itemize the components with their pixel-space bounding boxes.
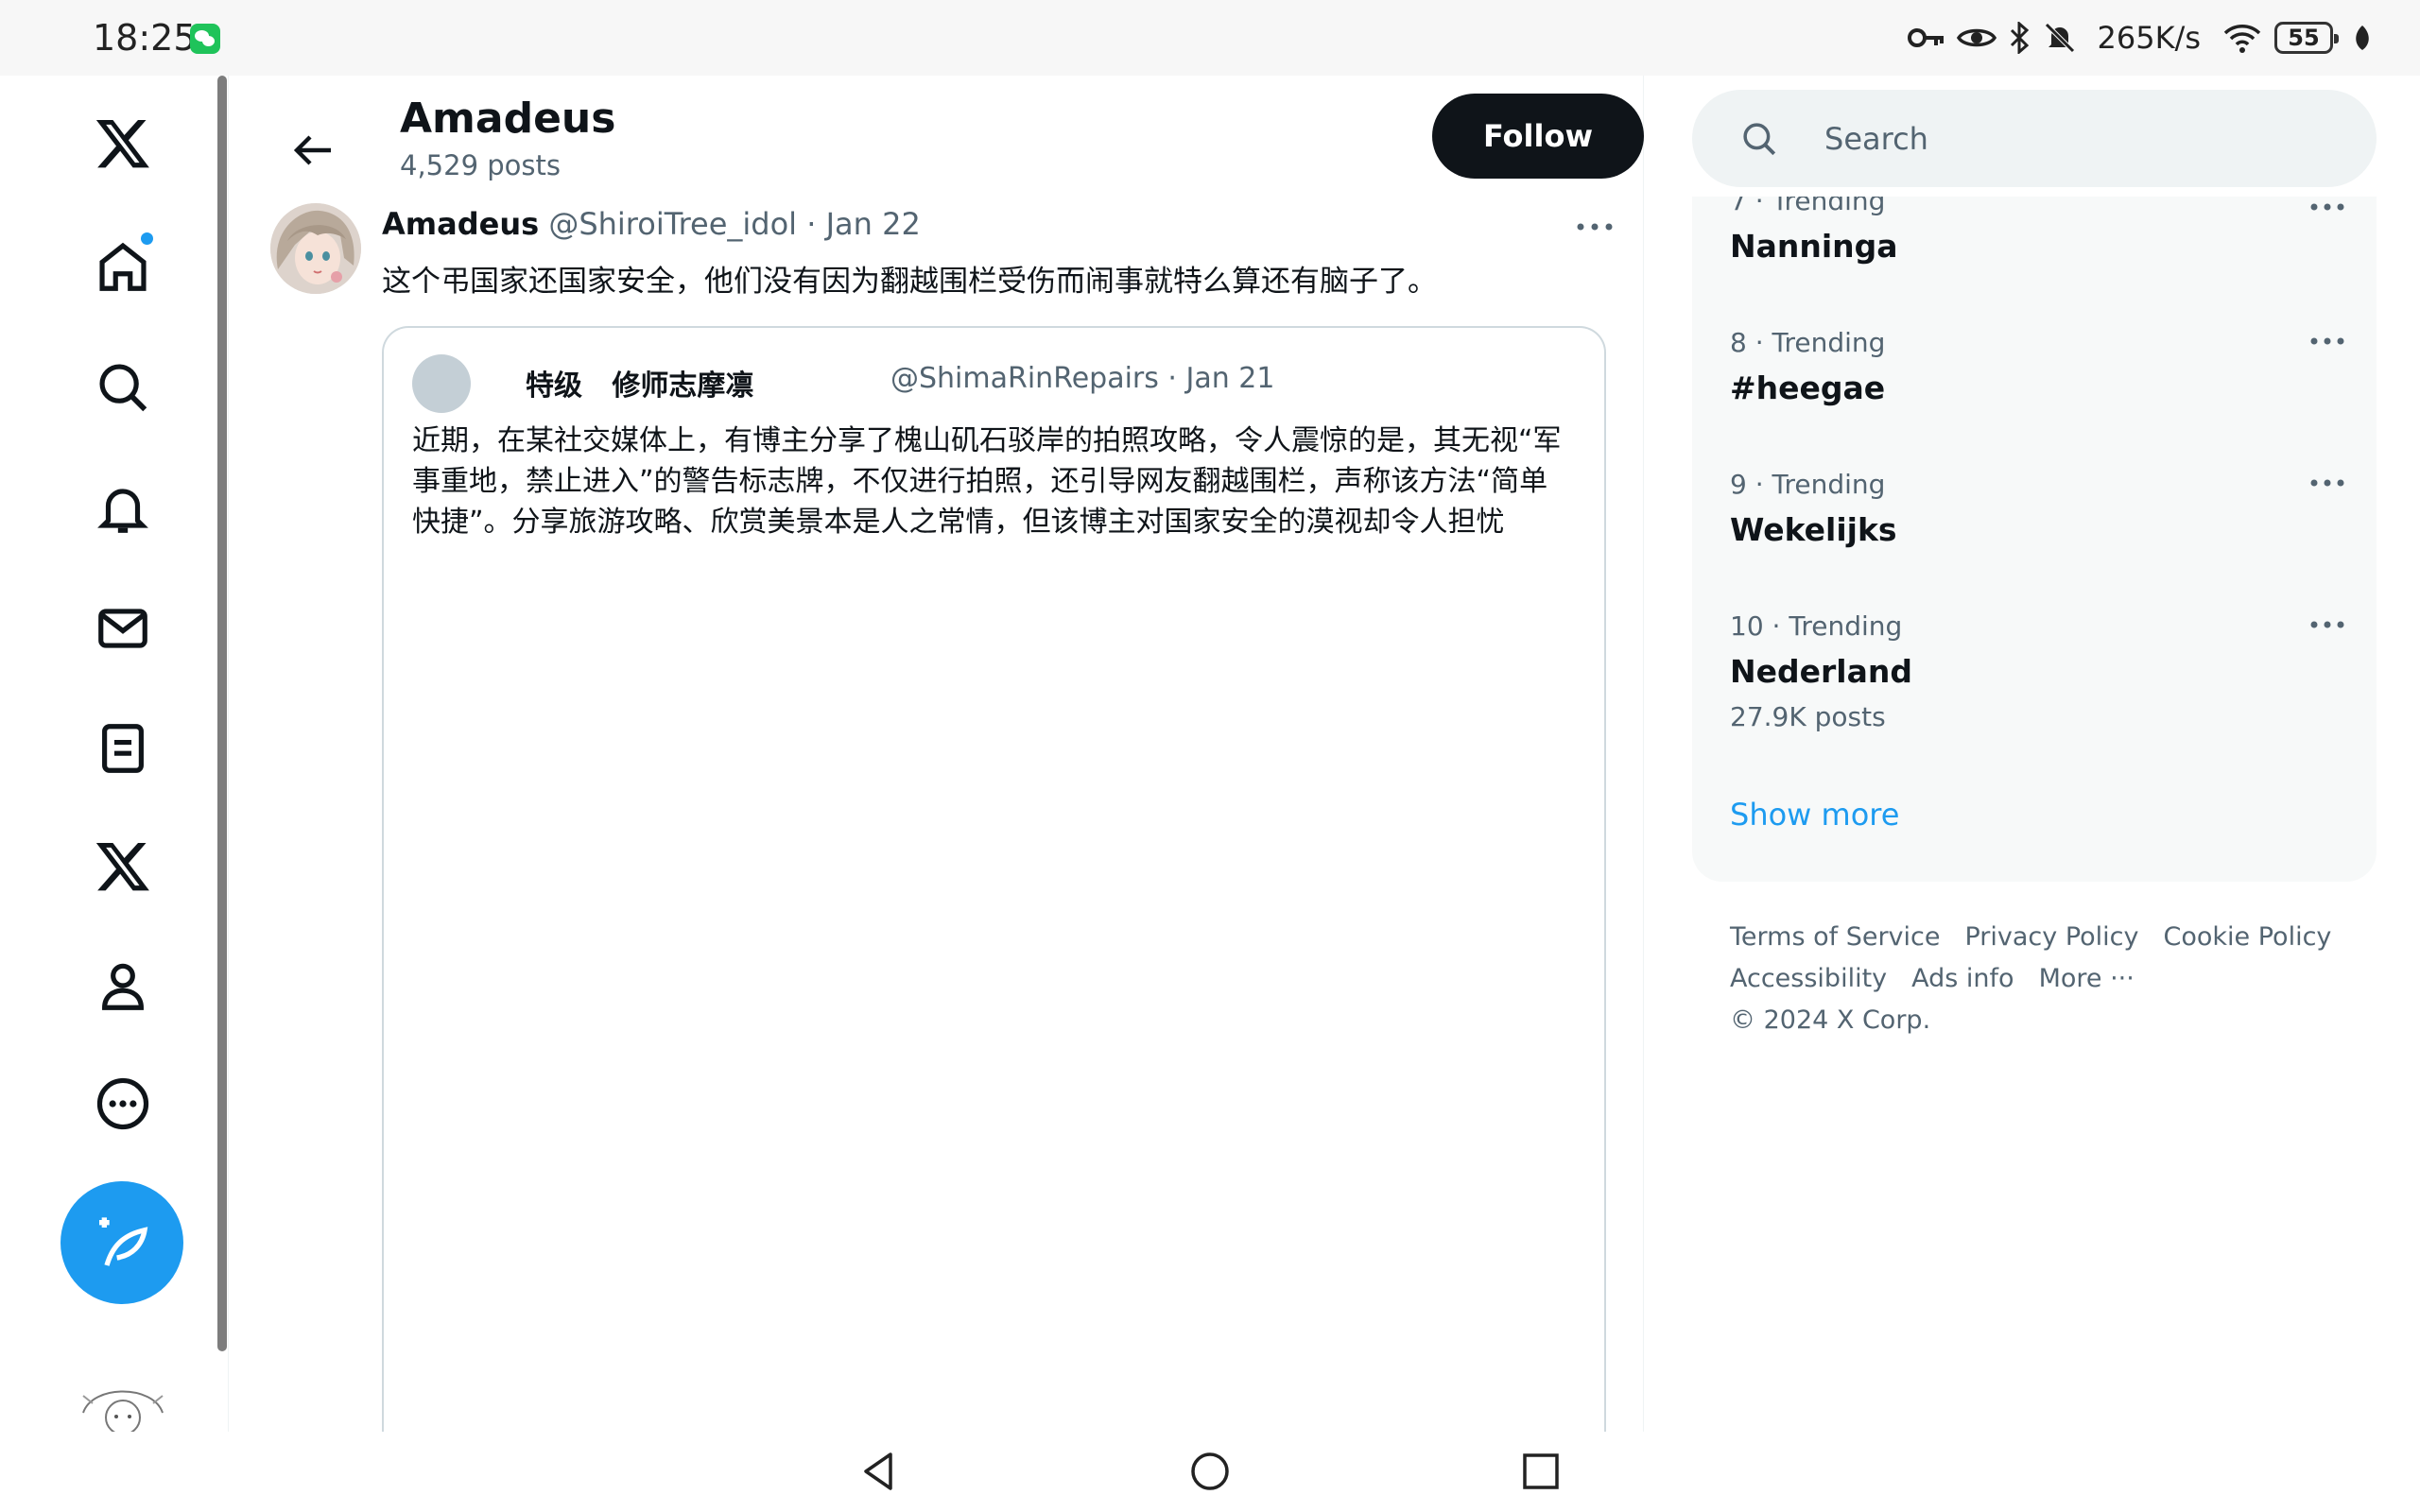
search-icon[interactable] (85, 350, 161, 425)
wifi-icon (2223, 25, 2261, 53)
tweet-header: Amadeus @ShiroiTree_idol · Jan 22 (382, 206, 921, 242)
trend-item[interactable]: 10 · Trending Nederland 27.9K posts (1730, 610, 2354, 732)
status-time: 18:25 (93, 17, 197, 59)
leaf-icon (2356, 26, 2369, 50)
quote-date[interactable]: Jan 21 (1186, 362, 1275, 395)
accessibility-link[interactable]: Accessibility (1730, 964, 1887, 993)
tweet-author-avatar[interactable] (270, 203, 361, 294)
footer-more-link[interactable]: More ··· (2039, 964, 2135, 993)
eye-icon (1957, 28, 1997, 47)
cookie-link[interactable]: Cookie Policy (2164, 922, 2332, 952)
trend-more-icon[interactable] (2301, 197, 2354, 221)
messages-icon[interactable] (85, 591, 161, 666)
quote-author-handle[interactable]: @ShimaRinRepairs (890, 362, 1159, 395)
search-icon (1743, 123, 1776, 156)
arrow-left-icon (293, 135, 331, 165)
back-button[interactable] (271, 108, 356, 193)
home-circle-icon[interactable] (1182, 1443, 1238, 1500)
key-icon (1908, 28, 1945, 47)
terms-link[interactable]: Terms of Service (1730, 922, 1941, 952)
quote-author-name[interactable]: 特级 修师志摩凛 (526, 362, 753, 404)
lists-icon[interactable] (85, 711, 161, 786)
wechat-icon (190, 24, 220, 54)
quote-author-avatar[interactable] (412, 354, 471, 413)
x-logo-icon[interactable] (85, 106, 161, 181)
quote-separator: · (1167, 362, 1177, 395)
privacy-link[interactable]: Privacy Policy (1965, 922, 2139, 952)
footer-links: Terms of Service Privacy Policy Cookie Pol… (1730, 917, 2392, 1041)
quoted-tweet[interactable]: 特级 修师志摩凛 @ShimaRinRepairs · Jan 21 近期，在某… (382, 326, 1606, 1460)
show-more-link[interactable]: Show more (1730, 797, 1899, 833)
tweet-author-name[interactable]: Amadeus (382, 206, 539, 242)
trend-name: Nederland (1730, 653, 1912, 690)
notification-dot (139, 231, 155, 247)
trend-item[interactable]: 8 · Trending #heegae (1730, 327, 2354, 406)
back-triangle-icon[interactable] (851, 1443, 908, 1500)
status-icons: 265K/s 55 (1908, 17, 2373, 59)
trend-more-icon[interactable] (2301, 469, 2354, 497)
trend-post-count: 27.9K posts (1730, 701, 1886, 732)
battery-indicator: 55 (2274, 22, 2339, 54)
follow-button[interactable]: Follow (1432, 94, 1644, 179)
account-avatar[interactable] (74, 1375, 172, 1432)
trend-more-icon[interactable] (2301, 327, 2354, 355)
tweet-text: 这个弔国家还国家安全，他们没有因为翻越围栏受伤而闹事就特么算还有脑子了。 (382, 265, 1437, 299)
bluetooth-icon (2011, 22, 2030, 54)
trend-name: Nanninga (1730, 228, 1898, 265)
mute-bell-icon (2045, 23, 2076, 53)
quote-meta: @ShimaRinRepairs · Jan 21 (890, 362, 1274, 395)
ads-info-link[interactable]: Ads info (1911, 964, 2014, 993)
trend-item[interactable]: 7 · Trending Nanninga (1730, 197, 2354, 265)
more-icon[interactable] (85, 1066, 161, 1142)
profile-name: Amadeus (400, 94, 616, 143)
notifications-icon[interactable] (85, 471, 161, 546)
post-count: 4,529 posts (400, 149, 561, 181)
trend-name: #heegae (1730, 369, 1886, 406)
premium-icon[interactable] (85, 829, 161, 904)
trend-more-icon[interactable] (2301, 610, 2354, 639)
net-speed: 265K/s (2097, 20, 2201, 56)
trend-name: Wekelijks (1730, 511, 1897, 548)
search-input[interactable] (1824, 111, 2335, 167)
trend-meta: 8 · Trending (1730, 327, 1886, 358)
trend-item[interactable]: 9 · Trending Wekelijks (1730, 469, 2354, 548)
trends-panel: 7 · Trending Nanninga 8 · Trending #heeg… (1692, 197, 2377, 882)
main-column: Amadeus 4,529 posts Follow Amadeus @Shir… (228, 76, 1644, 1460)
tweet-separator: · (806, 206, 817, 242)
trend-meta: 9 · Trending (1730, 469, 1886, 500)
left-navigation (0, 76, 227, 1432)
trend-meta: 7 · Trending (1730, 197, 1886, 216)
left-scrollbar[interactable] (217, 76, 227, 1351)
home-icon[interactable] (85, 229, 161, 304)
compose-icon (99, 1217, 148, 1266)
search-bar[interactable] (1692, 90, 2377, 187)
compose-button[interactable] (60, 1181, 183, 1304)
recents-square-icon[interactable] (1512, 1443, 1569, 1500)
status-bar: 18:25 265K/s 55 (0, 0, 2420, 76)
quote-text: 近期，在某社交媒体上，有博主分享了槐山矶石驳岸的拍照攻略，令人震惊的是，其无视“… (412, 424, 1562, 539)
tweet-author-handle[interactable]: @ShiroiTree_idol (548, 206, 797, 242)
system-nav-bar (0, 1432, 2420, 1512)
more-options-icon[interactable] (1566, 208, 1623, 246)
right-sidebar: 7 · Trending Nanninga 8 · Trending #heeg… (1645, 76, 2420, 1432)
profile-icon[interactable] (85, 948, 161, 1023)
tweet-date[interactable]: Jan 22 (826, 206, 921, 242)
copyright: © 2024 X Corp. (1730, 1005, 1931, 1035)
trend-meta: 10 · Trending (1730, 610, 1903, 642)
